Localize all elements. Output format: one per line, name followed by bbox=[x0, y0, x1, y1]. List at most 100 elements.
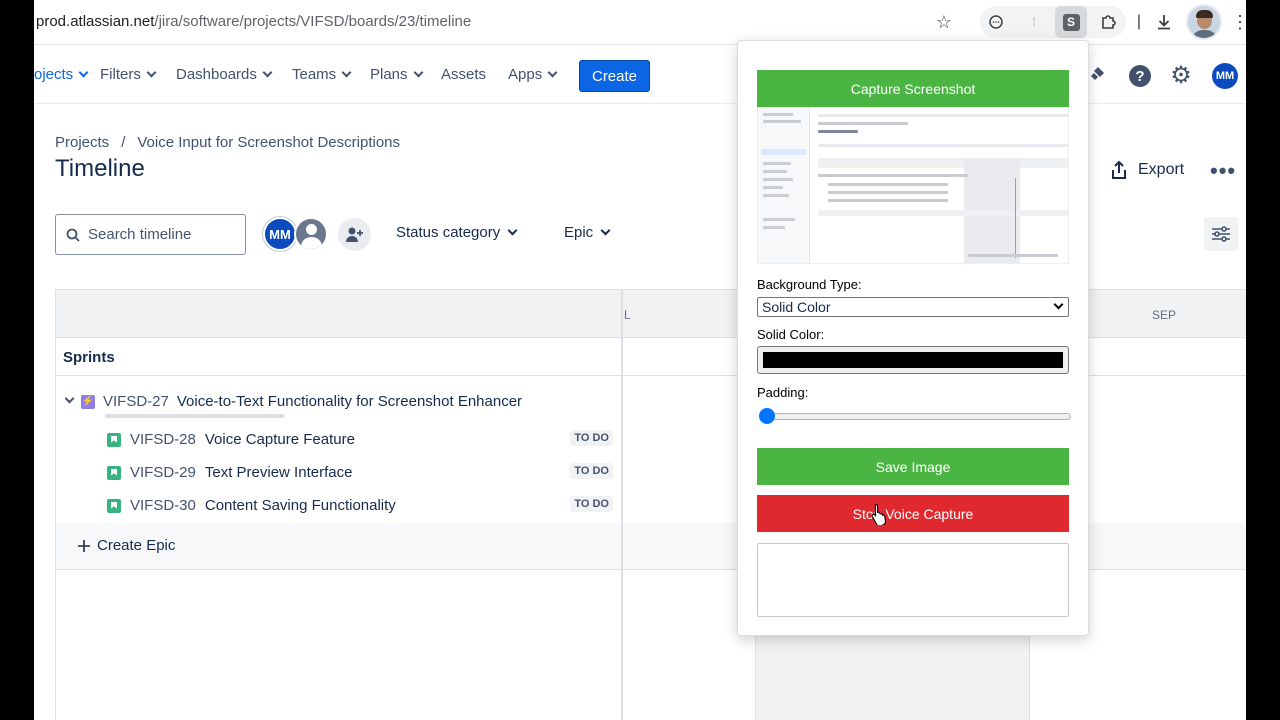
story-icon bbox=[107, 432, 121, 447]
nav-projects-label: ojects bbox=[34, 66, 74, 83]
issue-row[interactable]: VIFSD-29 Text Preview Interface TO DO bbox=[56, 456, 621, 489]
epic-filter-label: Epic bbox=[564, 224, 594, 241]
nav-assets-label: Assets bbox=[441, 66, 487, 83]
epic-summary[interactable]: Voice-to-Text Functionality for Screensh… bbox=[177, 393, 522, 410]
preview-line bbox=[763, 120, 801, 123]
view-settings-button[interactable] bbox=[1204, 217, 1238, 251]
export-button[interactable]: Export bbox=[1110, 160, 1184, 180]
search-icon bbox=[66, 228, 80, 242]
nav-apps[interactable]: Apps bbox=[508, 66, 558, 83]
create-epic-label: Create Epic bbox=[97, 537, 176, 554]
chevron-down-icon bbox=[146, 67, 157, 78]
plus-icon bbox=[78, 539, 90, 552]
solid-color-picker[interactable] bbox=[757, 346, 1069, 374]
preview-line bbox=[763, 113, 793, 116]
epic-filter[interactable]: Epic bbox=[564, 224, 611, 241]
more-actions-button[interactable]: ••• bbox=[1210, 158, 1236, 184]
chat-icon[interactable] bbox=[984, 10, 1008, 34]
nav-plans-label: Plans bbox=[370, 66, 408, 83]
nav-teams[interactable]: Teams bbox=[292, 66, 352, 83]
issue-summary[interactable]: Content Saving Functionality bbox=[205, 497, 396, 514]
hand-cursor-icon bbox=[871, 503, 886, 525]
share-export-icon bbox=[1112, 160, 1126, 179]
screenshot-extension-icon[interactable]: S bbox=[1055, 6, 1087, 38]
issue-row[interactable]: VIFSD-30 Content Saving Functionality TO… bbox=[56, 489, 621, 522]
timeline-splitter[interactable] bbox=[621, 290, 623, 720]
preview-line bbox=[818, 210, 1068, 216]
capture-screenshot-button[interactable]: Capture Screenshot bbox=[757, 70, 1069, 107]
preview-line bbox=[763, 178, 793, 181]
breadcrumb: Projects / Voice Input for Screenshot De… bbox=[55, 134, 400, 151]
user-avatar[interactable]: MM bbox=[1212, 63, 1238, 89]
extension-letter: S bbox=[1062, 13, 1080, 31]
download-icon[interactable] bbox=[1152, 10, 1176, 34]
preview-line bbox=[763, 170, 787, 173]
preview-line bbox=[763, 194, 789, 197]
separator-icon: ⁞ bbox=[1032, 15, 1036, 29]
slider-thumb[interactable] bbox=[759, 408, 775, 424]
screenshot-extension-popup: Capture Screenshot Background Type: Soli… bbox=[737, 40, 1089, 636]
nav-dashboards[interactable]: Dashboards bbox=[176, 66, 273, 83]
chevron-down-icon bbox=[341, 67, 352, 78]
epic-row[interactable]: ⚡ VIFSD-27 Voice-to-Text Functionality f… bbox=[56, 384, 621, 417]
nav-apps-label: Apps bbox=[508, 66, 543, 83]
background-type-label: Background Type: bbox=[757, 277, 862, 292]
add-people-icon[interactable] bbox=[338, 218, 371, 251]
transcript-textarea[interactable] bbox=[757, 543, 1069, 617]
preview-line bbox=[818, 174, 968, 177]
sliders-icon bbox=[1212, 226, 1230, 242]
address-bar[interactable]: prod.atlassian.net/jira/software/project… bbox=[36, 13, 471, 30]
export-label: Export bbox=[1138, 161, 1185, 178]
chevron-down-icon bbox=[507, 225, 518, 236]
background-type-select[interactable]: Solid Color bbox=[757, 297, 1069, 317]
status-badge[interactable]: TO DO bbox=[570, 430, 613, 446]
status-category-filter[interactable]: Status category bbox=[396, 224, 518, 241]
preview-line bbox=[763, 186, 783, 189]
search-placeholder: Search timeline bbox=[88, 226, 192, 243]
assignee-avatar-mm[interactable]: MM bbox=[263, 217, 297, 251]
screenshot-preview bbox=[757, 107, 1069, 264]
chevron-down-icon bbox=[600, 225, 611, 236]
story-icon bbox=[107, 465, 121, 480]
stop-voice-capture-button[interactable]: Stop Voice Capture bbox=[757, 495, 1069, 532]
url-host: prod.atlassian.net bbox=[36, 13, 155, 30]
notifications-icon[interactable] bbox=[1088, 65, 1110, 87]
breadcrumb-project[interactable]: Voice Input for Screenshot Descriptions bbox=[137, 134, 400, 151]
status-badge[interactable]: TO DO bbox=[570, 463, 613, 479]
nav-assets[interactable]: Assets bbox=[441, 66, 486, 83]
issue-key[interactable]: VIFSD-28 bbox=[130, 431, 196, 448]
preview-line bbox=[818, 144, 1068, 147]
assignee-avatar-unassigned[interactable] bbox=[294, 217, 328, 251]
chevron-down-icon bbox=[262, 67, 273, 78]
save-image-button[interactable]: Save Image bbox=[757, 448, 1069, 485]
issue-key[interactable]: VIFSD-30 bbox=[130, 497, 196, 514]
preview-line bbox=[818, 130, 858, 133]
browser-profile-avatar[interactable] bbox=[1186, 4, 1222, 40]
nav-plans[interactable]: Plans bbox=[370, 66, 423, 83]
preview-line bbox=[968, 254, 1058, 257]
bookmark-star-icon[interactable]: ☆ bbox=[932, 10, 956, 34]
issue-key[interactable]: VIFSD-29 bbox=[130, 464, 196, 481]
issue-row[interactable]: VIFSD-28 Voice Capture Feature TO DO bbox=[56, 423, 621, 456]
page-title: Timeline bbox=[55, 155, 145, 182]
preview-line bbox=[763, 226, 785, 229]
collapse-chevron-icon[interactable] bbox=[64, 393, 75, 404]
help-icon[interactable]: ? bbox=[1129, 65, 1151, 87]
preview-line bbox=[828, 199, 948, 202]
search-input[interactable]: Search timeline bbox=[55, 214, 246, 255]
browser-menu-icon[interactable]: ⋮ bbox=[1228, 10, 1246, 34]
breadcrumb-projects[interactable]: Projects bbox=[55, 134, 109, 151]
settings-gear-icon[interactable]: ⚙ bbox=[1170, 64, 1192, 88]
create-epic-button[interactable]: Create Epic bbox=[77, 537, 175, 554]
epic-key[interactable]: VIFSD-27 bbox=[103, 393, 169, 410]
issue-summary[interactable]: Voice Capture Feature bbox=[205, 431, 355, 448]
nav-projects[interactable]: ojects bbox=[34, 66, 89, 83]
create-button[interactable]: Create bbox=[579, 60, 650, 92]
puzzle-extensions-icon[interactable] bbox=[1097, 10, 1121, 34]
nav-filters[interactable]: Filters bbox=[100, 66, 157, 83]
padding-slider[interactable] bbox=[757, 408, 1071, 424]
issue-summary[interactable]: Text Preview Interface bbox=[205, 464, 353, 481]
padding-label: Padding: bbox=[757, 385, 809, 400]
status-badge[interactable]: TO DO bbox=[570, 496, 613, 512]
divider-icon: | bbox=[1136, 13, 1142, 30]
